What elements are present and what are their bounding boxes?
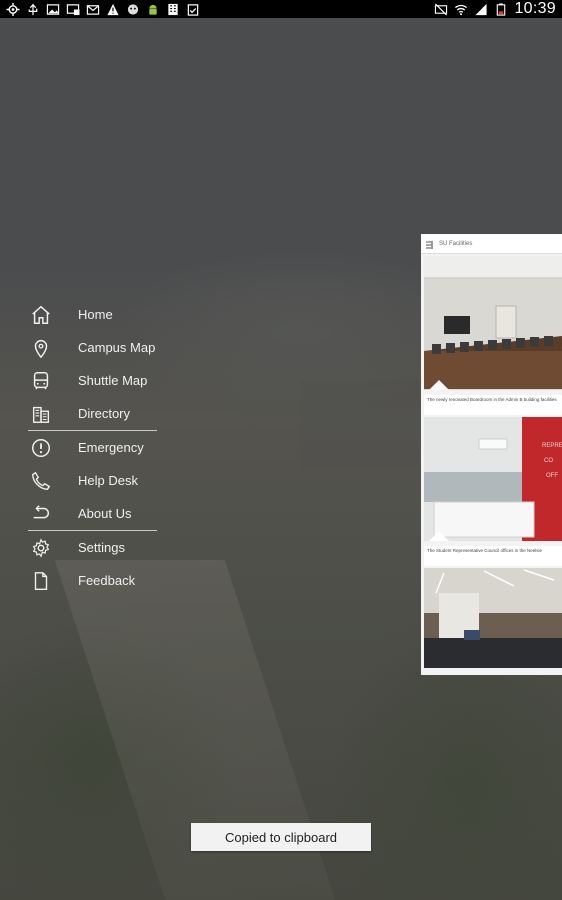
status-bar: 10:39 [0, 0, 562, 18]
menu-item-shuttle-map[interactable]: Shuttle Map [28, 364, 158, 397]
signal-icon [474, 3, 488, 16]
gps-icon [6, 2, 20, 16]
undo-icon [29, 502, 53, 526]
map-pin-icon [29, 336, 53, 360]
menu-item-feedback[interactable]: Feedback [28, 564, 158, 597]
baby-icon [126, 3, 140, 16]
battery-icon [494, 2, 508, 16]
bus-icon [29, 369, 53, 393]
document-icon [29, 569, 53, 593]
app-logo-icon [424, 238, 436, 251]
news-card[interactable]: REPRE CO OFF The Student Representative … [424, 417, 562, 566]
boardroom-photo [424, 256, 562, 395]
news-card[interactable] [424, 568, 562, 673]
app-header: SU Facilities [421, 234, 562, 254]
svg-text:REPRE: REPRE [542, 443, 562, 449]
android-icon [146, 3, 160, 16]
usb-icon [26, 3, 40, 16]
lecture-hall-photo [424, 568, 562, 673]
menu-label-directory: Directory [78, 406, 131, 421]
office-photo: REPRE CO OFF [424, 417, 562, 546]
menu-label-help-desk: Help Desk [78, 473, 138, 488]
app-title: SU Facilities [439, 240, 473, 247]
menu-item-emergency[interactable]: Emergency [28, 431, 158, 464]
home-icon [29, 303, 53, 327]
news-caption: The newly renovated Boardroom in the Adm… [424, 395, 562, 415]
news-caption: The Student Representative Council offic… [424, 546, 562, 566]
nfc-muted-icon [434, 3, 448, 16]
main-content-preview[interactable]: SU Facilities The newly renovated Boardr… [421, 234, 562, 675]
building-icon [29, 402, 53, 426]
mail-icon [86, 3, 100, 16]
menu-item-home[interactable]: Home [28, 298, 158, 331]
navigation-menu: Home Campus Map Shuttle Map Directory Em… [28, 298, 158, 597]
wifi-icon [454, 3, 468, 16]
menu-item-directory[interactable]: Directory [28, 397, 158, 430]
alert-icon [29, 436, 53, 460]
warning-icon [106, 3, 120, 16]
menu-label-shuttle-map: Shuttle Map [78, 373, 148, 388]
svg-text:CO: CO [544, 458, 553, 464]
screen-cast-icon [66, 3, 80, 16]
menu-label-emergency: Emergency [78, 440, 144, 455]
clipboard-check-icon [186, 3, 200, 16]
gear-icon [29, 536, 53, 560]
clock: 10:39 [514, 0, 556, 17]
menu-label-feedback: Feedback [78, 573, 136, 588]
svg-text:OFF: OFF [546, 473, 558, 479]
menu-item-help-desk[interactable]: Help Desk [28, 464, 158, 497]
news-card[interactable]: The newly renovated Boardroom in the Adm… [424, 256, 562, 415]
menu-label-home: Home [78, 307, 113, 322]
menu-item-campus-map[interactable]: Campus Map [28, 331, 158, 364]
phone-icon [29, 469, 53, 493]
toast-message: Copied to clipboard [191, 823, 371, 851]
image-icon [46, 3, 60, 16]
menu-label-settings: Settings [78, 540, 125, 555]
menu-item-about-us[interactable]: About Us [28, 497, 158, 530]
menu-item-settings[interactable]: Settings [28, 531, 158, 564]
menu-label-campus-map: Campus Map [78, 340, 156, 355]
menu-label-about-us: About Us [78, 506, 132, 521]
building-icon [166, 3, 180, 16]
